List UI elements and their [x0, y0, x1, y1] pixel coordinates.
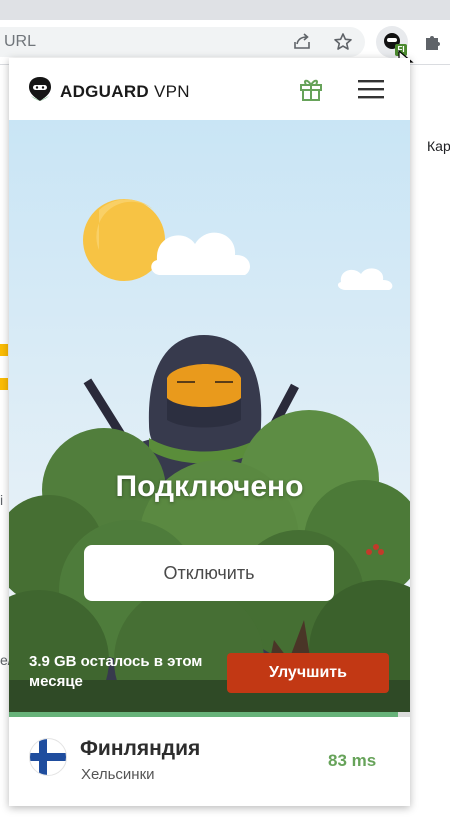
- background-page-accent: [0, 378, 8, 390]
- logo-brand: ADGUARD: [60, 82, 149, 101]
- bookmark-star-icon[interactable]: [329, 28, 357, 56]
- extensions-puzzle-icon[interactable]: [419, 28, 447, 56]
- browser-tabstrip: [0, 0, 450, 20]
- flag-cross-vertical: [39, 739, 47, 775]
- traffic-remaining-text: 3.9 GB осталось в этом месяце: [29, 653, 203, 690]
- logo-text: ADGUARD VPN: [60, 82, 190, 102]
- location-country: Финляндия: [80, 737, 201, 760]
- finland-flag-icon: [29, 738, 67, 776]
- flag-cross-horizontal: [30, 753, 66, 761]
- share-icon[interactable]: [288, 28, 316, 56]
- hamburger-menu-icon[interactable]: [358, 78, 384, 105]
- connection-hero: Подключено Отключить: [9, 120, 410, 712]
- upgrade-button[interactable]: Улучшить: [227, 653, 389, 693]
- location-city: Хельсинки: [81, 766, 155, 783]
- ninja-forest-illustration: [9, 120, 410, 712]
- background-page-text: i: [0, 492, 4, 508]
- adguard-vpn-popup: ADGUARD VPN Подключено Отключить 3.9 GB …: [9, 58, 410, 806]
- location-selector[interactable]: Финляндия Хельсинки 83 ms: [9, 717, 410, 806]
- connection-status-title: Подключено: [115, 470, 304, 503]
- gift-icon[interactable]: [298, 76, 324, 107]
- address-bar-text: URL: [4, 33, 37, 50]
- location-ping: 83 ms: [328, 751, 377, 770]
- background-page-text: Кар: [427, 138, 450, 154]
- logo-product: VPN: [154, 82, 190, 101]
- background-page-accent: [0, 344, 8, 356]
- disconnect-button[interactable]: Отключить: [84, 545, 334, 601]
- popup-header: ADGUARD VPN: [9, 58, 410, 120]
- adguard-logo-icon: [28, 76, 52, 107]
